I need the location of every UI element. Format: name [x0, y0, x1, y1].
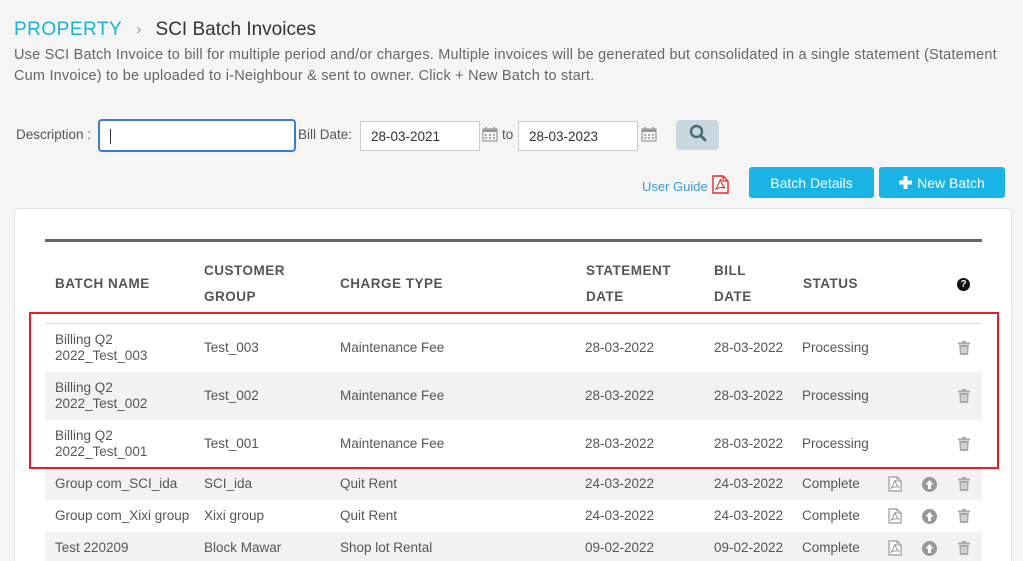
cell-batch-name[interactable]: Billing Q2 2022_Test_002	[55, 380, 147, 412]
cell-charge-type: Maintenance Fee	[340, 340, 445, 355]
cell-bill-date: 09-02-2022	[714, 540, 784, 555]
bill-date-to-input[interactable]: 28-03-2023	[518, 121, 638, 151]
trash-icon[interactable]	[956, 508, 972, 524]
cell-batch-name[interactable]: Group com_SCI_ida	[55, 476, 177, 492]
header-bill-date: BILL DATE	[714, 263, 752, 304]
user-guide-label: User Guide	[642, 178, 708, 194]
table-row[interactable]: Group com_SCI_ida SCI_ida Quit Rent 24-03-2…	[45, 468, 982, 500]
text-cursor	[110, 129, 111, 144]
table-row[interactable]: Billing Q2 2022_Test_001 Test_001 Maintenan…	[45, 420, 982, 468]
cell-status: Complete	[802, 540, 860, 555]
header-customer-group: CUSTOMER GROUP	[204, 263, 286, 304]
cell-charge-type: Quit Rent	[340, 508, 398, 523]
table-row[interactable]: Billing Q2 2022_Test_003 Test_003 Maintenan…	[45, 324, 982, 372]
cell-batch-name[interactable]: Test 220209	[55, 540, 129, 556]
cell-statement-date: 24-03-2022	[585, 508, 655, 523]
pdf-icon[interactable]	[887, 476, 903, 492]
cell-customer-group: Test_001	[204, 436, 259, 451]
cell-bill-date: 28-03-2022	[714, 340, 784, 355]
new-batch-label: New Batch	[917, 174, 985, 191]
breadcrumb-separator: ›	[136, 21, 142, 38]
table-row[interactable]: Test 220209 Block Mawar Shop lot Rental 09-…	[45, 532, 982, 561]
cell-batch-name[interactable]: Group com_Xixi group	[55, 508, 189, 524]
cell-status: Complete	[802, 476, 860, 491]
to-label: to	[502, 127, 514, 142]
breadcrumb: PROPERTY › SCI Batch Invoices	[14, 19, 316, 41]
upload-icon[interactable]	[921, 476, 937, 492]
header-charge-type: CHARGE TYPE	[340, 276, 444, 291]
cell-charge-type: Maintenance Fee	[340, 388, 445, 403]
page-title: SCI Batch Invoices	[155, 19, 317, 40]
trash-icon[interactable]	[956, 436, 972, 452]
upload-icon[interactable]	[921, 540, 937, 556]
header-batch-name: BATCH NAME	[55, 276, 150, 291]
cell-statement-date: 28-03-2022	[585, 388, 655, 403]
calendar-icon[interactable]	[482, 126, 498, 142]
upload-icon[interactable]	[921, 508, 937, 524]
cell-statement-date: 24-03-2022	[585, 476, 655, 491]
trash-icon[interactable]	[956, 476, 972, 492]
cell-status: Processing	[802, 388, 869, 403]
cell-bill-date: 28-03-2022	[714, 388, 784, 403]
cell-statement-date: 28-03-2022	[585, 340, 655, 355]
cell-status: Processing	[802, 436, 869, 451]
batch-table: BATCH NAME CUSTOMER GROUP CHARGE TYPE ST…	[45, 239, 982, 561]
cell-customer-group: Xixi group	[204, 508, 265, 523]
pdf-icon[interactable]	[887, 508, 903, 524]
plus-icon	[899, 176, 913, 189]
breadcrumb-property-link[interactable]: PROPERTY	[14, 19, 122, 41]
pdf-icon[interactable]	[887, 540, 903, 556]
table-header: BATCH NAME CUSTOMER GROUP CHARGE TYPE ST…	[45, 239, 982, 324]
pdf-icon	[712, 175, 729, 197]
bill-date-from-input[interactable]: 28-03-2021	[360, 121, 480, 151]
trash-icon[interactable]	[956, 388, 972, 404]
cell-charge-type: Maintenance Fee	[340, 436, 445, 451]
new-batch-button[interactable]: New Batch	[879, 167, 1005, 198]
header-statement-date: STATEMENT DATE	[586, 263, 671, 304]
batch-details-button[interactable]: Batch Details	[749, 167, 874, 198]
help-icon[interactable]: ?	[957, 278, 970, 291]
cell-batch-name[interactable]: Billing Q2 2022_Test_001	[55, 428, 147, 460]
cell-status: Processing	[802, 340, 869, 355]
cell-customer-group: Test_003	[204, 340, 259, 355]
trash-icon[interactable]	[956, 340, 972, 356]
cell-statement-date: 28-03-2022	[585, 436, 655, 451]
description-label: Description :	[16, 127, 92, 142]
cell-customer-group: Block Mawar	[204, 540, 282, 555]
cell-customer-group: Test_002	[204, 388, 259, 403]
trash-icon[interactable]	[956, 540, 972, 556]
cell-bill-date: 24-03-2022	[714, 508, 784, 523]
table-body: Billing Q2 2022_Test_003 Test_003 Maintenan…	[45, 324, 982, 561]
batch-table-panel: BATCH NAME CUSTOMER GROUP CHARGE TYPE ST…	[14, 208, 1012, 561]
table-row[interactable]: Group com_Xixi group Xixi group Quit Rent 2…	[45, 500, 982, 532]
header-status: STATUS	[803, 276, 858, 291]
cell-statement-date: 09-02-2022	[585, 540, 655, 555]
cell-status: Complete	[802, 508, 860, 523]
cell-batch-name[interactable]: Billing Q2 2022_Test_003	[55, 332, 147, 364]
page-description: Use SCI Batch Invoice to bill for multip…	[14, 47, 997, 84]
calendar-icon[interactable]	[641, 126, 657, 142]
description-input[interactable]	[98, 119, 296, 152]
cell-bill-date: 24-03-2022	[714, 476, 784, 491]
table-row[interactable]: Billing Q2 2022_Test_002 Test_002 Maintenan…	[45, 372, 982, 420]
cell-customer-group: SCI_ida	[204, 476, 253, 491]
cell-charge-type: Quit Rent	[340, 476, 398, 491]
user-guide-link[interactable]: User Guide	[642, 175, 729, 197]
search-icon	[689, 124, 707, 147]
search-button[interactable]	[676, 120, 719, 150]
cell-bill-date: 28-03-2022	[714, 436, 784, 451]
cell-charge-type: Shop lot Rental	[340, 540, 433, 555]
bill-date-label: Bill Date:	[298, 127, 353, 142]
